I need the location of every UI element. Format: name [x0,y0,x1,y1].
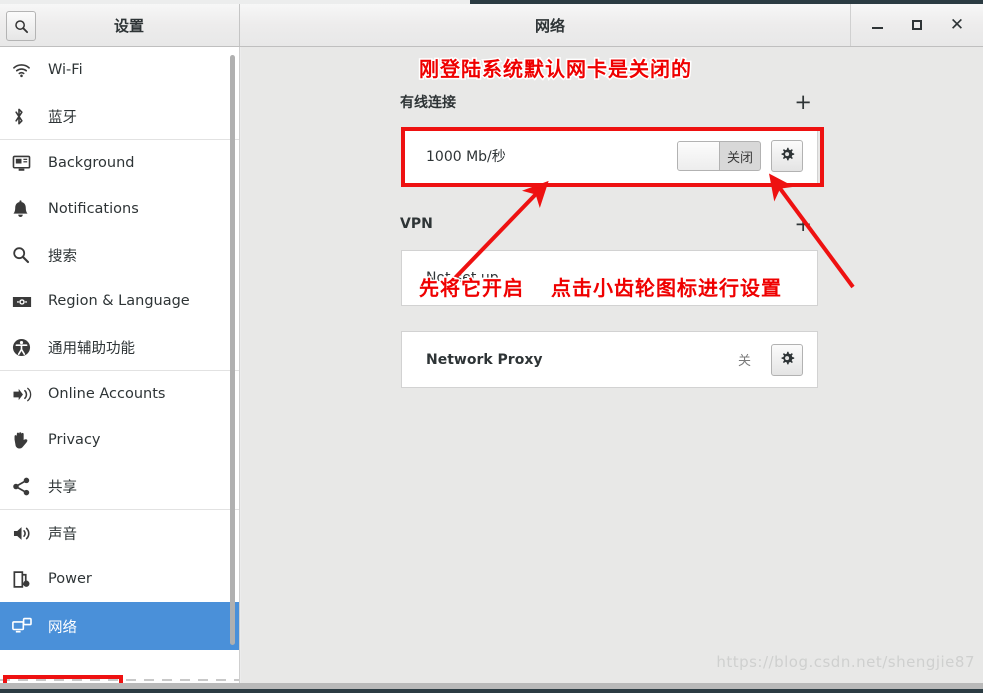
headerbar-left: 设置 [0,4,240,46]
close-button[interactable]: ✕ [937,4,977,46]
maximize-button[interactable] [897,4,937,46]
annotation-text-top: 刚登陆系统默认网卡是关闭的 [418,56,693,83]
network-proxy-gear-button[interactable] [771,343,803,376]
sidebar-item-label: Online Accounts [48,386,166,402]
sidebar-item-label: Region & Language [48,293,190,309]
bell-icon [12,197,42,221]
network-proxy-state: 关 [737,354,751,369]
sidebar-item-network[interactable]: 网络 [0,602,239,650]
annotation-text-right: 点击小齿轮图标进行设置 [550,275,783,302]
toggle-state-label: 关闭 [726,150,753,166]
watermark: https://blog.csdn.net/shengjie87 [716,653,975,671]
network-settings-content: 有线连接 + 1000 Mb/秒 关闭 VPN + Not set up Net… [241,47,983,689]
wired-settings-gear-button[interactable] [771,140,803,172]
bluetooth-icon [12,104,42,128]
online-accounts-icon [12,382,42,406]
region-language-icon [12,289,42,313]
network-proxy-row: Network Proxy 关 [402,332,817,387]
sidebar-item-label: Notifications [48,201,139,217]
sidebar-item-label: Background [48,155,135,171]
wired-section-title: 有线连接 [400,95,456,111]
network-icon [12,614,42,638]
sidebar-item-label: Power [48,571,92,587]
settings-window: 设置 网络 ✕ Wi-Fi 蓝牙 Background Notification… [0,4,983,689]
add-vpn-button[interactable]: + [794,214,812,235]
close-icon: ✕ [949,14,965,35]
gear-icon [779,350,795,370]
window-headerbar: 设置 网络 ✕ [0,4,983,47]
power-icon [12,567,42,591]
background-window-text [238,0,243,2]
wired-speed-label: 1000 Mb/秒 [426,149,506,165]
sound-icon [12,521,42,545]
search-icon [12,243,42,267]
sidebar-item-region-language[interactable]: Region & Language [0,278,239,324]
minimize-button[interactable] [857,4,897,46]
sidebar-item-search[interactable]: 搜索 [0,232,239,278]
screen-root: 设置 网络 ✕ Wi-Fi 蓝牙 Background Notification… [0,0,983,693]
sidebar-title: 设置 [113,16,144,35]
wired-connection-row: 1000 Mb/秒 关闭 [402,129,817,183]
sharing-icon [12,474,42,498]
accessibility-icon [12,335,42,359]
network-proxy-label: Network Proxy [426,351,543,368]
sidebar-item-universal-access[interactable]: 通用辅助功能 [0,324,239,370]
sidebar-item-bluetooth[interactable]: 蓝牙 [0,93,239,139]
window-bottom-edge [0,683,983,689]
sidebar-item-label: Wi-Fi [48,62,83,78]
wired-connection-card[interactable]: 1000 Mb/秒 关闭 [401,128,818,184]
sidebar-item-online-accounts[interactable]: Online Accounts [0,371,239,417]
vpn-section-header: VPN + [400,214,812,235]
privacy-hand-icon [12,428,42,452]
sidebar-item-label: 声音 [48,526,77,543]
gear-icon [779,146,795,166]
maximize-icon [912,20,922,30]
minimize-icon [871,27,883,29]
add-wired-button[interactable]: + [794,92,812,113]
sidebar-item-sound[interactable]: 声音 [0,510,239,556]
vpn-section-title: VPN [400,216,433,232]
sidebar-item-background[interactable]: Background [0,140,239,186]
sidebar-item-label: 共享 [48,479,77,496]
background-icon [12,151,42,175]
toggle-knob [678,142,720,170]
sidebar-item-privacy[interactable]: Privacy [0,417,239,463]
sidebar-bottom-dashes [0,679,239,681]
network-proxy-card[interactable]: Network Proxy 关 [401,331,818,388]
sidebar-item-label: 通用辅助功能 [48,340,135,357]
search-icon [14,19,29,34]
sidebar-item-label: 搜索 [48,248,77,265]
sidebar-scrollbar[interactable] [230,55,235,645]
sidebar-item-label: 网络 [48,619,77,636]
sidebar-item-label: Privacy [48,432,101,448]
wired-toggle-switch[interactable]: 关闭 [677,141,761,171]
search-button[interactable] [6,11,36,41]
wifi-icon [12,58,42,82]
sidebar-item-wifi[interactable]: Wi-Fi [0,47,239,93]
sidebar-item-notifications[interactable]: Notifications [0,186,239,232]
sidebar-item-sharing[interactable]: 共享 [0,463,239,509]
settings-sidebar[interactable]: Wi-Fi 蓝牙 Background Notifications 搜索 Reg… [0,47,240,689]
annotation-text-left: 先将它开启 [418,275,525,302]
window-controls: ✕ [850,4,977,46]
wired-section-header: 有线连接 + [400,92,812,113]
sidebar-item-power[interactable]: Power [0,556,239,602]
sidebar-item-label: 蓝牙 [48,109,77,126]
page-title: 网络 [534,16,565,35]
